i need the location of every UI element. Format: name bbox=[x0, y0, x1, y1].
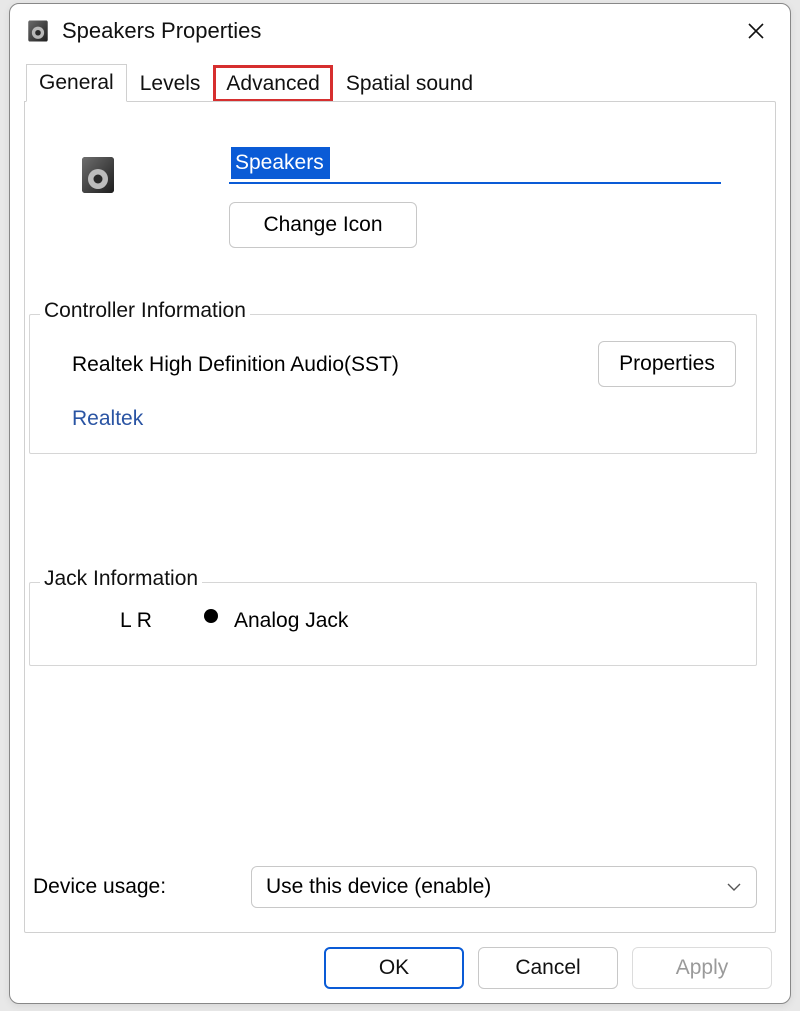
controller-name: Realtek High Definition Audio(SST) bbox=[72, 353, 399, 377]
tab-advanced[interactable]: Advanced bbox=[213, 65, 332, 102]
tabs: General Levels Advanced Spatial sound bbox=[10, 58, 790, 102]
controller-properties-button[interactable]: Properties bbox=[598, 341, 736, 387]
dialog-footer: OK Cancel Apply bbox=[10, 933, 790, 1003]
jack-color-icon bbox=[204, 609, 218, 623]
tab-general[interactable]: General bbox=[26, 64, 127, 102]
controller-info-group: Controller Information Realtek High Defi… bbox=[29, 314, 757, 454]
tab-levels[interactable]: Levels bbox=[127, 65, 214, 102]
change-icon-button[interactable]: Change Icon bbox=[229, 202, 417, 248]
device-header: Speakers Change Icon bbox=[69, 146, 755, 248]
jack-name: Analog Jack bbox=[234, 609, 348, 633]
tab-spatial-sound[interactable]: Spatial sound bbox=[333, 65, 486, 102]
device-usage-select[interactable]: Use this device (enable) bbox=[251, 866, 757, 908]
speaker-icon bbox=[24, 17, 52, 45]
device-name-input[interactable] bbox=[229, 146, 721, 184]
tab-panel: Speakers Change Icon Controller Informat… bbox=[24, 101, 776, 933]
controller-vendor: Realtek bbox=[72, 407, 143, 431]
controller-info-label: Controller Information bbox=[40, 299, 250, 323]
device-usage-value: Use this device (enable) bbox=[266, 875, 491, 899]
device-usage-row: Device usage: Use this device (enable) bbox=[33, 866, 757, 908]
chevron-down-icon bbox=[726, 879, 742, 895]
device-speaker-icon bbox=[69, 146, 127, 204]
cancel-button[interactable]: Cancel bbox=[478, 947, 618, 989]
apply-button: Apply bbox=[632, 947, 772, 989]
close-button[interactable] bbox=[732, 11, 780, 51]
jack-channels: L R bbox=[120, 609, 152, 633]
window-title: Speakers Properties bbox=[62, 18, 732, 44]
titlebar: Speakers Properties bbox=[10, 4, 790, 58]
dialog-window: Speakers Properties General Levels Advan… bbox=[9, 3, 791, 1004]
ok-button[interactable]: OK bbox=[324, 947, 464, 989]
jack-info-group: Jack Information L R Analog Jack bbox=[29, 582, 757, 666]
device-usage-label: Device usage: bbox=[33, 875, 251, 899]
jack-info-label: Jack Information bbox=[40, 567, 202, 591]
device-name-field[interactable]: Speakers bbox=[229, 146, 721, 184]
